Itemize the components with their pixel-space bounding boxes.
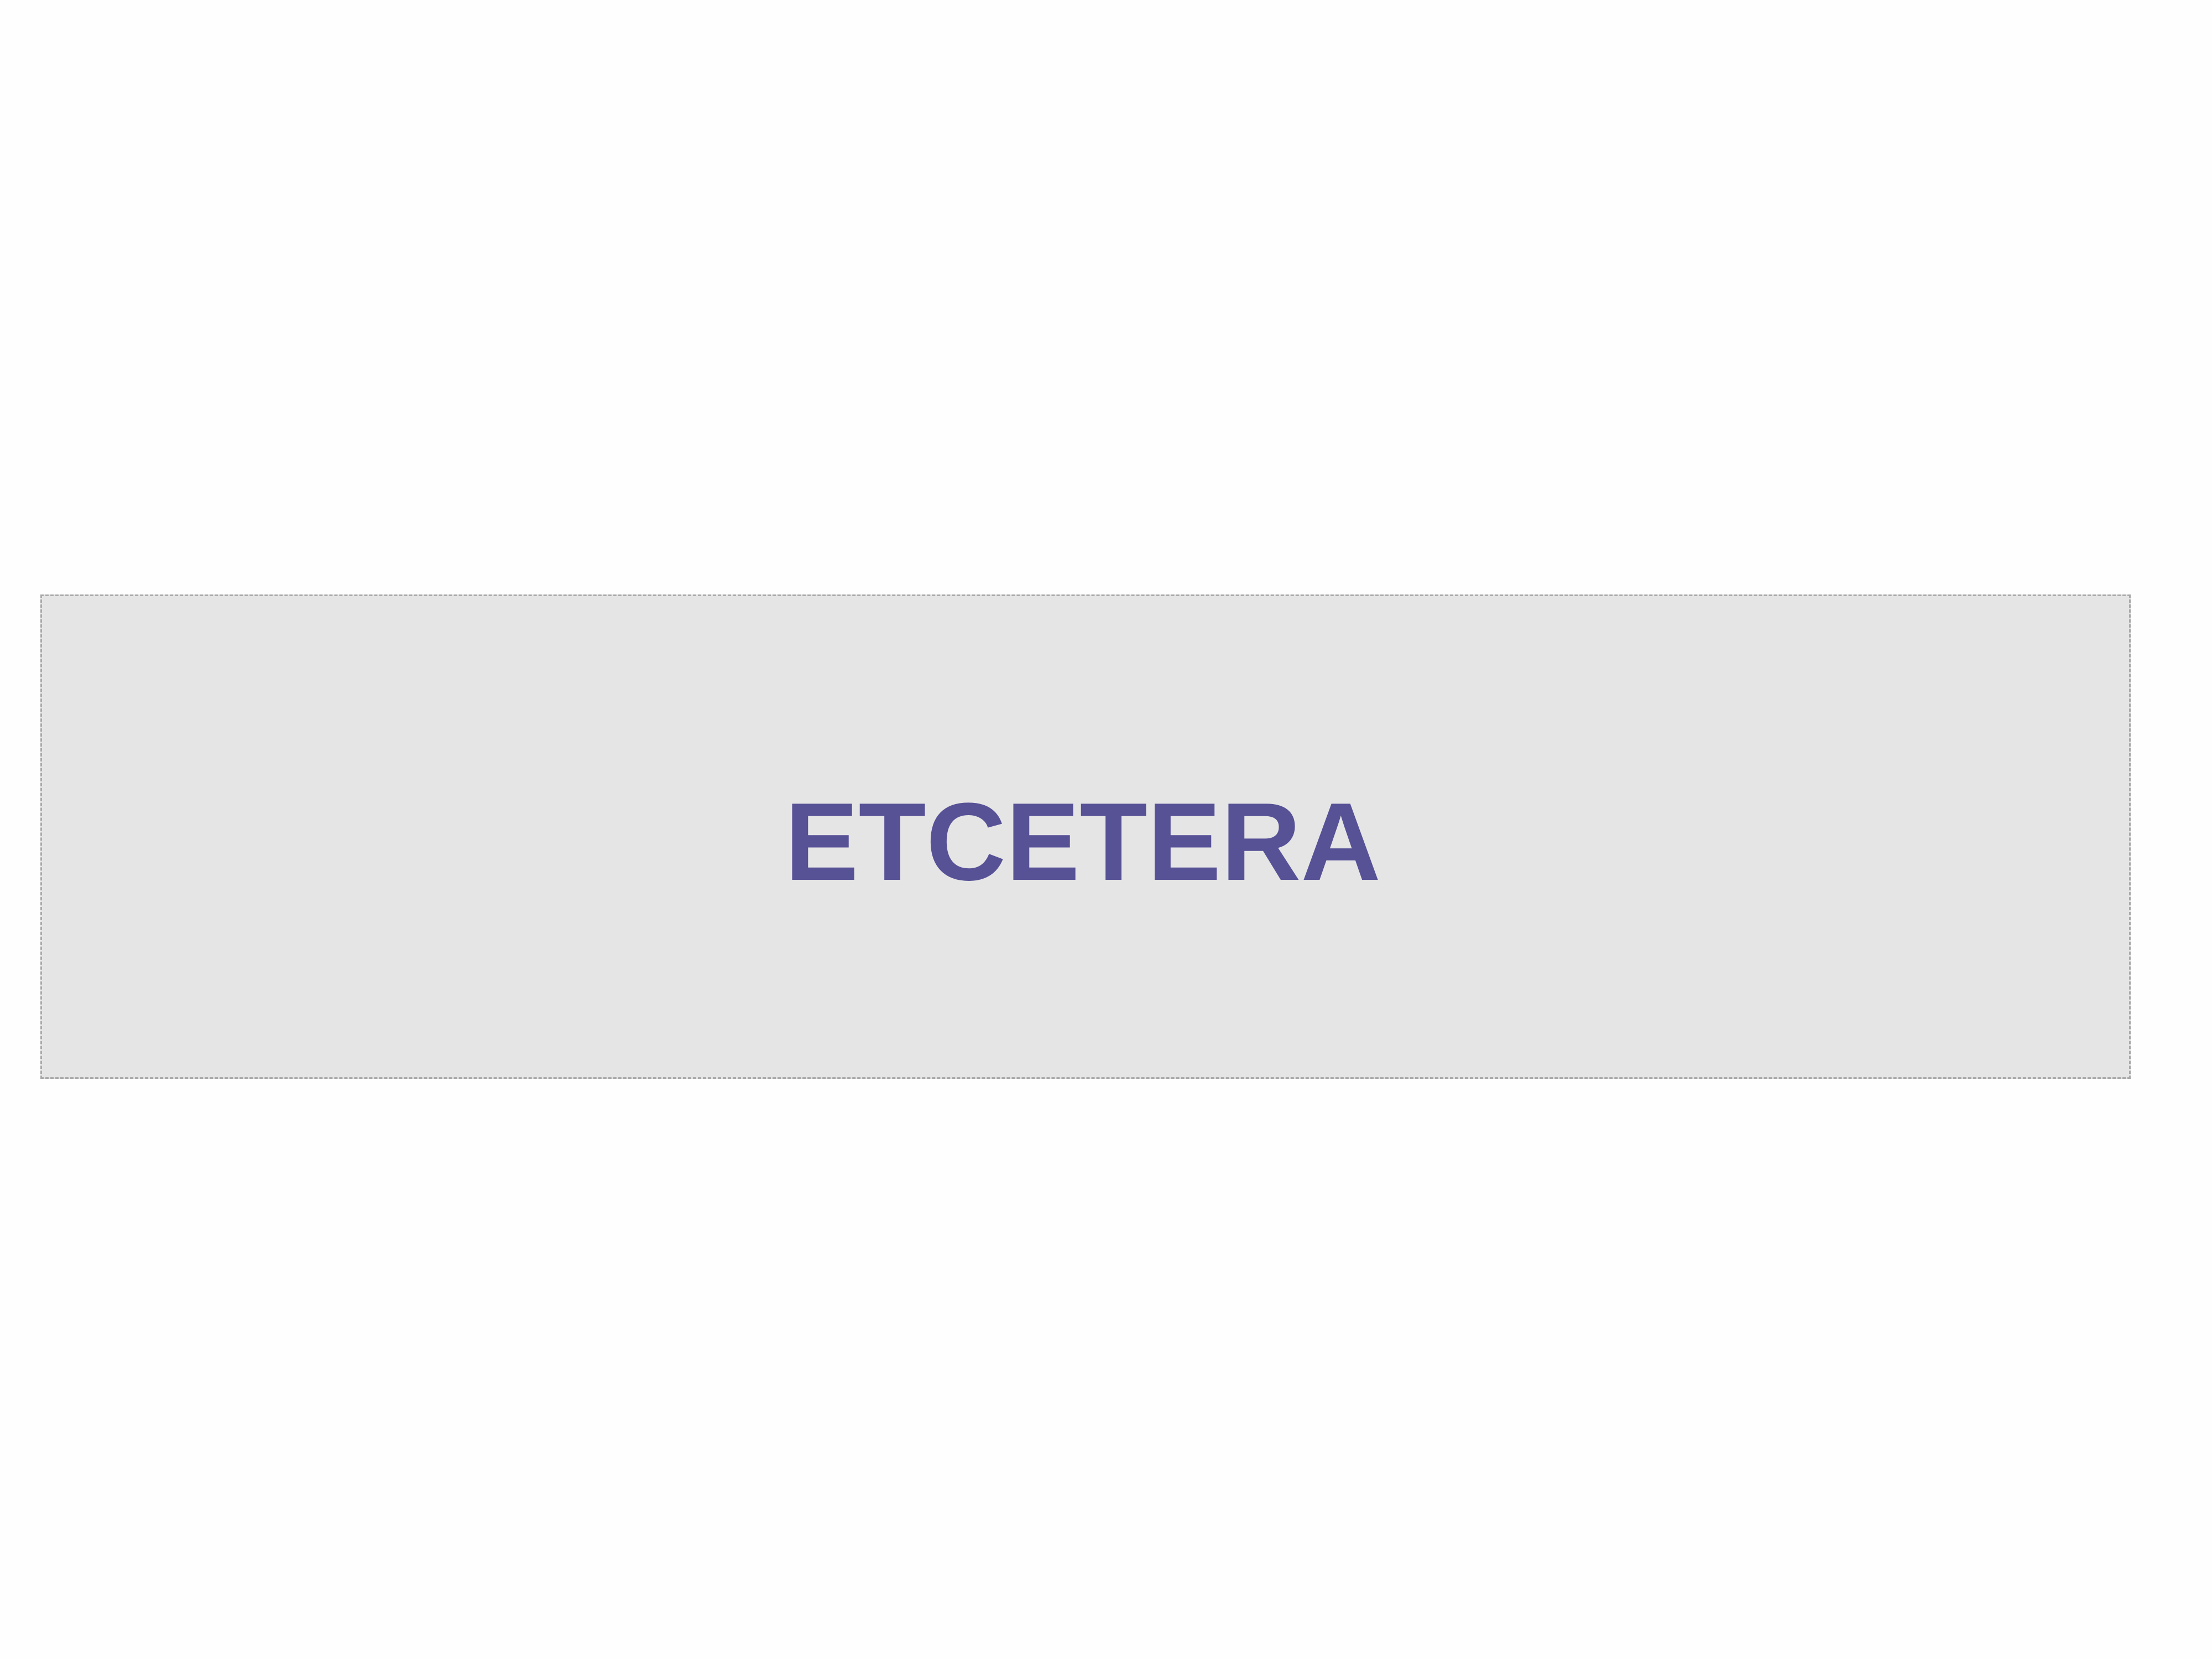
page: ETCETERA <box>0 0 2212 1659</box>
banner-text: ETCETERA <box>785 780 1381 904</box>
banner-box: ETCETERA <box>40 594 2131 1079</box>
